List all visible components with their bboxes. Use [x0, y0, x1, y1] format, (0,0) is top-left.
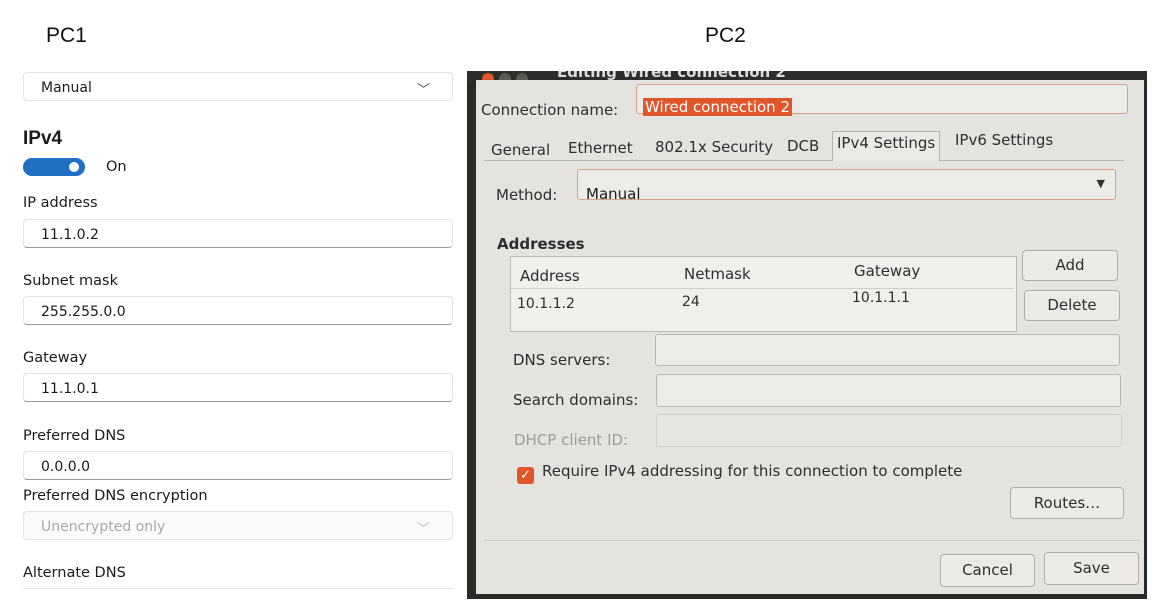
subnet-mask-input[interactable]: 255.255.0.0	[23, 296, 453, 325]
chevron-down-icon: ﹀	[416, 522, 430, 537]
require-ipv4-checkbox[interactable]: ✓	[517, 467, 534, 484]
connection-name-value: Wired connection 2	[643, 98, 792, 116]
tab-ethernet[interactable]: Ethernet	[568, 139, 633, 157]
column-address[interactable]: Address	[520, 267, 580, 285]
dhcp-client-id-input[interactable]	[656, 414, 1122, 447]
method-select[interactable]: Manual ▼	[577, 169, 1116, 203]
alternate-dns-label: Alternate DNS	[23, 565, 126, 581]
dns-encryption-select[interactable]: Unencrypted only ﹀	[23, 511, 453, 540]
gateway-label: Gateway	[23, 350, 88, 366]
ip-address-value: 11.1.0.2	[41, 227, 99, 243]
row-address-cell[interactable]: 10.1.1.2	[517, 296, 575, 312]
column-netmask[interactable]: Netmask	[684, 265, 751, 283]
ip-mode-select[interactable]: Manual ﹀	[23, 72, 453, 101]
ipv4-toggle[interactable]	[23, 158, 85, 176]
preferred-dns-label: Preferred DNS	[23, 428, 126, 444]
routes-button[interactable]: Routes…	[1010, 487, 1124, 519]
row-netmask-cell[interactable]: 24	[682, 294, 700, 310]
preferred-dns-input[interactable]: 0.0.0.0	[23, 451, 453, 480]
addresses-table	[510, 256, 1017, 332]
row-gateway-cell[interactable]: 10.1.1.1	[852, 290, 910, 306]
tab-8021x-security[interactable]: 802.1x Security	[655, 138, 773, 156]
gateway-value: 11.1.0.1	[41, 381, 99, 397]
connection-name-input[interactable]: Wired connection 2	[636, 84, 1128, 116]
subnet-mask-label: Subnet mask	[23, 273, 118, 289]
ipv4-heading: IPv4	[23, 128, 63, 149]
dns-encryption-label: Preferred DNS encryption	[23, 488, 208, 504]
ip-mode-value: Manual	[41, 80, 92, 96]
chevron-down-icon: ﹀	[416, 83, 430, 98]
dns-encryption-value: Unencrypted only	[41, 519, 166, 535]
save-button[interactable]: Save	[1044, 552, 1139, 585]
tab-ipv4-settings[interactable]: IPv4 Settings	[832, 131, 941, 161]
toggle-state-label: On	[106, 159, 127, 175]
ip-address-label: IP address	[23, 195, 98, 211]
dns-servers-label: DNS servers:	[513, 351, 611, 369]
column-gateway[interactable]: Gateway	[854, 262, 920, 280]
connection-name-label: Connection name:	[481, 101, 619, 119]
addresses-heading: Addresses	[497, 235, 585, 253]
dhcp-client-id-label: DHCP client ID:	[514, 431, 629, 449]
alternate-dns-input-edge	[23, 588, 453, 589]
toggle-knob	[69, 162, 79, 172]
pc1-label: PC1	[46, 24, 87, 47]
gateway-input[interactable]: 11.1.0.1	[23, 373, 453, 402]
pc2-label: PC2	[705, 24, 746, 47]
tab-general[interactable]: General	[491, 141, 550, 159]
subnet-mask-value: 255.255.0.0	[41, 304, 126, 320]
preferred-dns-value: 0.0.0.0	[41, 459, 90, 475]
cancel-button[interactable]: Cancel	[940, 554, 1035, 587]
ip-address-input[interactable]: 11.1.0.2	[23, 219, 453, 248]
search-domains-input[interactable]	[656, 374, 1121, 407]
tab-bar-line	[484, 160, 1124, 161]
require-ipv4-label: Require IPv4 addressing for this connect…	[542, 462, 963, 480]
method-value: Manual	[586, 185, 641, 203]
search-domains-label: Search domains:	[513, 391, 639, 409]
method-label: Method:	[496, 186, 558, 204]
dns-servers-input[interactable]	[655, 334, 1120, 366]
add-button[interactable]: Add	[1022, 250, 1118, 281]
tab-ipv6-settings[interactable]: IPv6 Settings	[955, 131, 1053, 149]
delete-button[interactable]: Delete	[1024, 290, 1120, 321]
dropdown-arrow-icon: ▼	[1096, 177, 1105, 190]
tab-dcb[interactable]: DCB	[787, 137, 819, 155]
